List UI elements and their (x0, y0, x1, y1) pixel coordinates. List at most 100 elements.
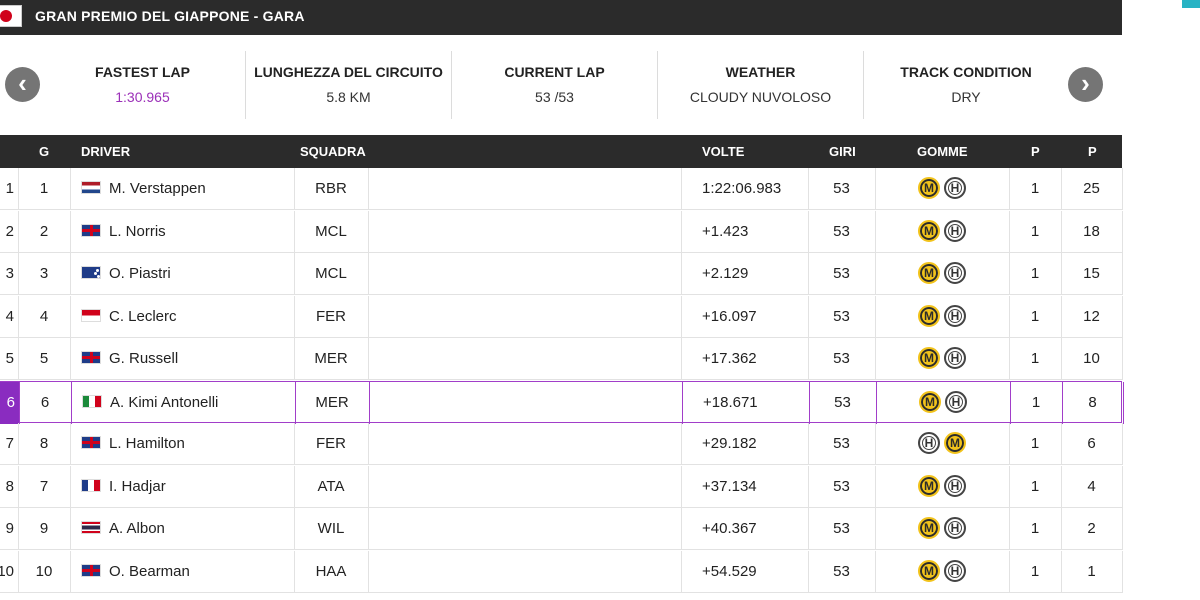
driver-name: L. Norris (109, 223, 166, 240)
column-divider (369, 382, 370, 424)
track-condition-label: TRACK CONDITION (900, 64, 1032, 80)
table-row[interactable]: 2 2 MCL +1.423 53 1 18 L. Norris M H (0, 211, 1123, 253)
race-info-bar: ‹ FASTEST LAP 1:30.965 LUNGHEZZA DEL CIR… (0, 35, 1122, 135)
team-cell: ATA (317, 478, 345, 495)
column-divider (1122, 423, 1123, 465)
pits-cell: 1 (1031, 394, 1041, 411)
medium-tyre-icon: M (918, 475, 940, 498)
position-cell: 9 (5, 520, 14, 537)
flag-mc-icon (81, 308, 101, 322)
driver-cell[interactable]: L. Norris (81, 211, 166, 253)
race-title: GRAN PREMIO DEL GIAPPONE - GARA (35, 8, 305, 24)
time-cell: +2.129 (702, 265, 749, 282)
pits-cell: 1 (1030, 308, 1040, 325)
grid-cell: 2 (39, 223, 49, 240)
flag-th-icon (81, 520, 101, 534)
team-cell: WIL (317, 520, 345, 537)
pits-cell: 1 (1030, 265, 1040, 282)
flag-fr-icon (81, 478, 101, 492)
table-row[interactable]: 1 1 RBR 1:22:06.983 53 1 25 M. Verstappen M H (0, 168, 1123, 210)
driver-cell[interactable]: A. Albon (81, 508, 165, 550)
points-cell: 12 (1083, 308, 1100, 325)
team-cell: MER (315, 394, 349, 411)
column-divider (1122, 466, 1123, 508)
hard-tyre-icon: H (944, 347, 966, 370)
column-divider (681, 551, 682, 593)
team-cell: MCL (315, 223, 347, 240)
grid-cell: 10 (35, 563, 53, 580)
grid-cell: 9 (39, 520, 49, 537)
column-divider (70, 466, 71, 508)
points-cell: 10 (1083, 350, 1100, 367)
chevron-right-icon[interactable]: › (1068, 67, 1103, 102)
position-cell: 3 (5, 265, 14, 282)
driver-cell[interactable]: O. Piastri (81, 253, 171, 295)
team-cell: MCL (315, 265, 347, 282)
grid-cell: 6 (40, 394, 50, 411)
time-cell: 1:22:06.983 (702, 180, 782, 197)
driver-cell[interactable]: C. Leclerc (81, 296, 177, 338)
weather-value: CLOUDY NUVOLOSO (689, 89, 832, 105)
hard-tyre-icon: H (944, 475, 966, 498)
driver-cell[interactable]: I. Hadjar (81, 466, 166, 508)
driver-name: I. Hadjar (109, 478, 166, 495)
tyres-cell: HM (875, 423, 1009, 465)
team-cell: HAA (315, 563, 347, 580)
hard-tyre-icon: H (918, 432, 940, 455)
header-points: P (1088, 144, 1097, 159)
driver-cell[interactable]: M. Verstappen (81, 168, 206, 210)
driver-cell[interactable]: O. Bearman (81, 551, 190, 593)
hard-tyre-icon: H (944, 220, 966, 243)
column-divider (681, 211, 682, 253)
team-cell: FER (316, 435, 346, 452)
column-divider (368, 296, 369, 338)
laps-cell: 53 (833, 350, 850, 367)
pits-cell: 1 (1030, 223, 1040, 240)
driver-name: M. Verstappen (109, 180, 206, 197)
time-cell: +37.134 (702, 478, 757, 495)
column-divider (681, 466, 682, 508)
grid-cell: 4 (39, 308, 49, 325)
column-divider (1122, 211, 1123, 253)
table-row[interactable]: 9 9 WIL +40.367 53 1 2 A. Albon M H (0, 508, 1123, 550)
table-row[interactable]: 8 7 ATA +37.134 53 1 4 I. Hadjar M H (0, 466, 1123, 508)
column-divider (1122, 253, 1123, 295)
pits-cell: 1 (1030, 520, 1040, 537)
column-divider (368, 211, 369, 253)
driver-cell[interactable]: L. Hamilton (81, 423, 185, 465)
points-cell: 6 (1087, 435, 1096, 452)
results-table-header: G DRIVER SQUADRA VOLTE GIRI GOMME P P (0, 135, 1122, 168)
column-divider (368, 466, 369, 508)
position-cell: 7 (5, 435, 14, 452)
driver-cell[interactable]: A. Kimi Antonelli (82, 382, 218, 424)
tyres-cell: MH (875, 466, 1009, 508)
table-row[interactable]: 6 6 MER +18.671 53 1 8 A. Kimi Antonelli M H (0, 381, 1124, 424)
table-row[interactable]: 10 10 HAA +54.529 53 1 1 O. Bearman M H (0, 551, 1123, 593)
driver-name: A. Albon (109, 520, 165, 537)
header-driver: DRIVER (81, 144, 131, 159)
hard-tyre-icon: H (944, 177, 966, 200)
driver-name: O. Bearman (109, 563, 190, 580)
column-divider (368, 551, 369, 593)
tyres-cell: MH (875, 168, 1009, 210)
table-row[interactable]: 5 5 MER +17.362 53 1 10 G. Russell M H (0, 338, 1123, 380)
japan-flag-icon (0, 5, 22, 27)
pits-cell: 1 (1030, 478, 1040, 495)
column-divider (368, 423, 369, 465)
flag-au-icon (81, 265, 101, 279)
points-cell: 2 (1087, 520, 1096, 537)
driver-name: O. Piastri (109, 265, 171, 282)
column-divider (681, 296, 682, 338)
column-divider (1122, 296, 1123, 338)
driver-cell[interactable]: G. Russell (81, 338, 178, 380)
column-divider (1122, 508, 1123, 550)
medium-tyre-icon: M (944, 432, 966, 455)
table-row[interactable]: 4 4 FER +16.097 53 1 12 C. Leclerc M H (0, 296, 1123, 338)
table-row[interactable]: 7 8 FER +29.182 53 1 6 L. Hamilton H M (0, 423, 1123, 465)
grid-cell: 5 (39, 350, 49, 367)
tyres-cell: MH (875, 551, 1009, 593)
team-cell: RBR (315, 180, 347, 197)
column-divider (70, 168, 71, 210)
chevron-left-icon[interactable]: ‹ (5, 67, 40, 102)
table-row[interactable]: 3 3 MCL +2.129 53 1 15 O. Piastri M H (0, 253, 1123, 295)
